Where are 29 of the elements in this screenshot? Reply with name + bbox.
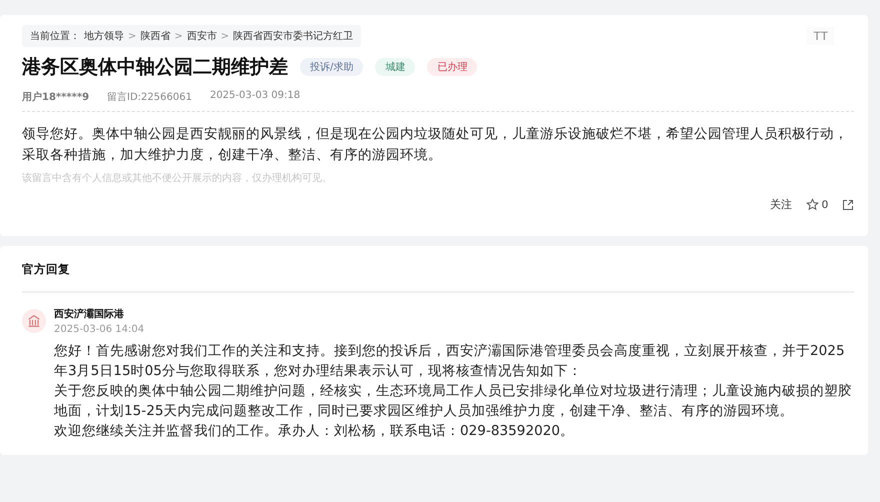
breadcrumb-separator: > [174,30,183,42]
post-title: 港务区奥体中轴公园二期维护差 [22,55,288,80]
share-icon [842,198,854,210]
breadcrumb-label: 当前位置： [30,30,80,43]
reply-paragraph: 关于您反映的奥体中轴公园二期维护问题，经核实，生态环境局工作人员已安排绿化单位对垃圾进行清理；儿童设施内破损的塑胶地面，计划15-25天内完成问题整改工作，同时已要求园区维护人员加强维护力度，创建干净、整洁、有序的游园环境。 [54,382,853,421]
reply-heading: 官方回复 [22,262,854,293]
reply-paragraph: 您好！首先感谢您对我们工作的关注和支持。接到您的投诉后，西安浐灞国际港管理委员会高度重视，立刻展开核查，并于2025年3月5日15时05分与您取得联系，您对办理结果表示认可，现将核查情况告知如下： [54,342,846,381]
breadcrumb-link[interactable]: 陕西省 [140,29,170,43]
breadcrumb-link[interactable]: 陕西省西安市委书记方红卫 [233,29,354,43]
message-id: 留言ID:22566061 [107,90,192,104]
follow-button[interactable]: 关注 [770,197,792,212]
star-button[interactable]: 0 [806,198,828,211]
building-icon [27,314,41,328]
privacy-note: 该留言中含有个人信息或其他不便公开展示的内容，仅办理机构可见。 [22,172,333,185]
org-name: 西安浐灞国际港 [54,307,125,321]
user-name: 用户18*****9 [22,90,90,104]
breadcrumb-separator: > [220,30,230,42]
post-time: 2025-03-03 09:18 [210,90,300,103]
breadcrumb-separator: > [128,30,136,42]
tag: 已办理 [427,58,478,76]
tag: 城建 [375,58,416,76]
star-icon [806,198,819,211]
reply-paragraph: 欢迎您继续关注并监督我们的工作。承办人：刘松杨，联系电话：029-83592020。 [54,422,576,441]
share-button[interactable] [842,198,854,210]
tag: 投诉/求助 [300,58,364,76]
breadcrumb-link[interactable]: 地方领导 [84,29,124,43]
breadcrumb-link[interactable]: 西安市 [186,29,217,43]
reply-time: 2025-03-06 14:04 [54,324,144,335]
post-body: 领导您好。奥体中轴公园是西安靓丽的风景线，但是现在公园内垃圾随处可见，儿童游乐设施破烂不堪，希望公园管理人员积极行动，采取各种措施，加大维护力度，创建干净、整洁、有序的游园环境。 [22,125,849,165]
